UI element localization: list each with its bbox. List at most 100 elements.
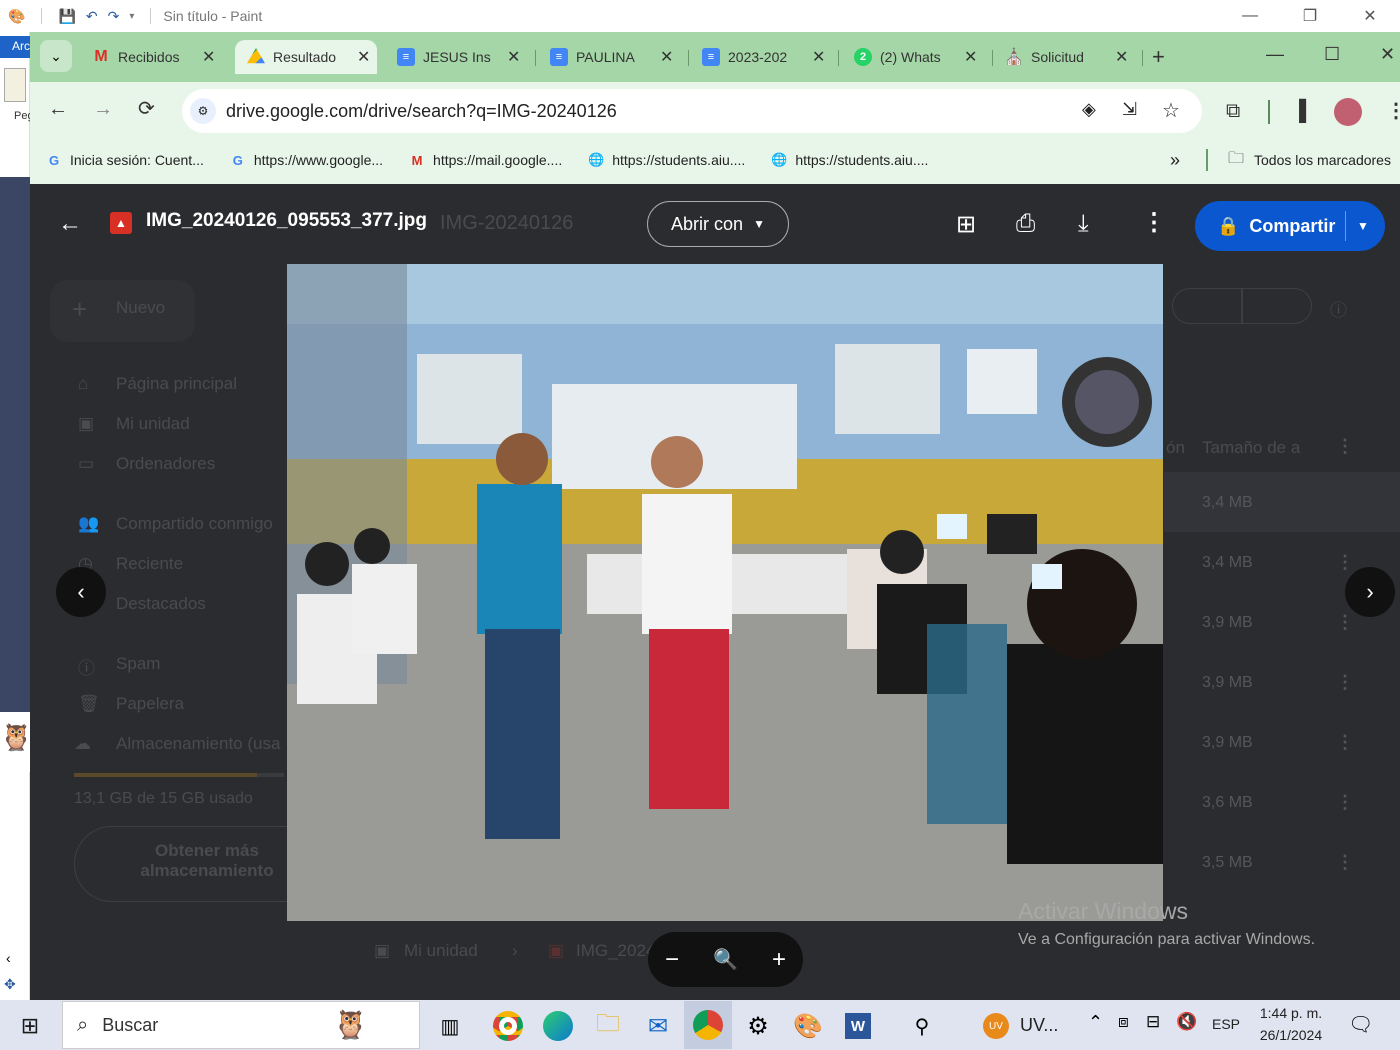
tab-close-icon[interactable]: ✕ xyxy=(812,47,825,67)
edge-icon[interactable] xyxy=(538,1006,578,1046)
paint-taskbar-icon[interactable]: 🎨 xyxy=(788,1006,828,1046)
start-windows-icon[interactable]: ⊞ xyxy=(10,1006,50,1046)
nav-home-icon: ⌂ xyxy=(78,374,89,393)
tab-close-icon[interactable]: ✕ xyxy=(202,47,215,67)
customize-quick-access-icon[interactable]: ▾ xyxy=(129,11,134,22)
tab-close-icon[interactable]: ✕ xyxy=(964,47,977,67)
file-explorer-icon[interactable]: 🗀 xyxy=(588,1006,628,1046)
next-image-button[interactable]: › xyxy=(1345,567,1395,617)
side-panel-icon[interactable]: ▐ xyxy=(1292,100,1306,123)
task-view-icon[interactable]: ▥ xyxy=(430,1006,470,1046)
nav-item: Papelera xyxy=(116,694,185,713)
word-icon[interactable]: W xyxy=(838,1006,878,1046)
dropdown-arrow-icon: ▼ xyxy=(753,217,765,231)
viewer-back-icon[interactable]: ← xyxy=(58,210,82,238)
classroom-photo xyxy=(287,264,1163,921)
move-icon: ✥ xyxy=(4,976,16,992)
tab-search-chevron-icon[interactable]: ⌄ xyxy=(40,40,72,72)
people-search-icon[interactable]: ⚲ xyxy=(902,1006,942,1046)
address-bar[interactable]: ⚙ drive.google.com/drive/search?q=IMG-20… xyxy=(182,89,1202,133)
bookmark-item[interactable]: Ghttps://www.google... xyxy=(230,152,383,168)
info-icon: ⓘ xyxy=(1330,301,1347,320)
chrome-menu-icon[interactable]: ⋮ xyxy=(1386,98,1400,123)
share-dropdown-icon[interactable]: ▼ xyxy=(1357,219,1369,233)
more-actions-icon[interactable]: ⋮ xyxy=(1142,208,1166,237)
paint-file-tab[interactable]: Arc xyxy=(0,36,30,58)
bookmark-item[interactable]: G Inicia sesión: Cuent... xyxy=(46,152,204,168)
extensions-icon[interactable]: ⧉ xyxy=(1226,100,1240,123)
nav-item: Mi unidad xyxy=(116,414,190,433)
redo-icon[interactable]: ↷ xyxy=(108,8,120,25)
back-icon[interactable]: ← xyxy=(48,98,68,121)
install-app-icon[interactable]: ⇲ xyxy=(1122,99,1137,120)
tab-drive[interactable]: Resultado ✕ xyxy=(235,40,377,74)
nav-item: Reciente xyxy=(116,554,184,573)
tab-solicitud[interactable]: ⛪ Solicitud ✕ xyxy=(993,40,1128,74)
zoom-in-icon[interactable]: + xyxy=(772,946,786,974)
meet-now-icon[interactable]: ⧈ xyxy=(1118,1012,1129,1032)
drive-icon xyxy=(247,48,265,64)
chrome-minimize-icon[interactable]: — xyxy=(1266,44,1284,65)
undo-icon[interactable]: ↶ xyxy=(86,8,98,25)
zoom-out-icon[interactable]: − xyxy=(665,946,679,974)
reload-icon[interactable]: ⟳ xyxy=(138,96,155,121)
download-icon[interactable]: ⤓ xyxy=(1078,210,1089,238)
uv-weather-icon[interactable]: UV xyxy=(976,1006,1016,1046)
save-icon[interactable]: 💾 xyxy=(58,8,75,25)
chrome-taskbar-icon[interactable] xyxy=(488,1006,528,1046)
paint-title-bar: 🎨 💾 ↶ ↷ ▾ Sin título - Paint — ❐ ✕ xyxy=(0,0,1400,32)
weather-label[interactable]: UV... xyxy=(1020,1015,1058,1036)
add-comment-icon[interactable]: ⊞ xyxy=(956,210,976,239)
taskbar-search[interactable]: ⌕ Buscar 🦉 xyxy=(62,1001,420,1049)
tab-gmail[interactable]: M Recibidos ✕ xyxy=(80,40,215,74)
close-icon[interactable]: ✕ xyxy=(1340,0,1400,32)
print-icon[interactable]: ⎙ xyxy=(1016,210,1035,238)
show-hidden-icons-chevron[interactable]: ⌃ xyxy=(1088,1012,1103,1033)
notifications-icon[interactable]: 🗨 xyxy=(1348,1012,1373,1037)
profile-avatar[interactable] xyxy=(1334,98,1362,126)
clock-date: 26/1/2024 xyxy=(1259,1027,1323,1043)
photo-preview[interactable] xyxy=(287,264,1163,921)
share-button[interactable]: 🔒 Compartir ▼ xyxy=(1195,201,1385,251)
viewer-filename: IMG_20240126_095553_377.jpg xyxy=(146,210,427,231)
minimize-icon[interactable]: — xyxy=(1220,0,1280,32)
tab-close-icon[interactable]: ✕ xyxy=(660,47,673,67)
scroll-left-icon[interactable]: ‹ xyxy=(6,950,11,966)
zoom-reset-icon[interactable]: 🔍 xyxy=(713,947,738,972)
breadcrumb-drive-icon: ▣ xyxy=(374,941,391,960)
file-size: 3,4 MB xyxy=(1202,494,1253,511)
bookmark-star-icon[interactable]: ☆ xyxy=(1162,98,1180,123)
more-bookmarks-icon[interactable]: » xyxy=(1170,150,1180,171)
paint-canvas-fragment[interactable] xyxy=(0,177,30,732)
previous-image-button[interactable]: ‹ xyxy=(56,567,106,617)
clock[interactable]: 1:44 p. m. 26/1/2024 xyxy=(1256,1005,1326,1043)
bookmark-item[interactable]: 🌐 https://students.aiu.... xyxy=(771,152,928,168)
network-icon[interactable]: ⊟ xyxy=(1146,1012,1160,1032)
mail-icon[interactable]: ✉ xyxy=(638,1006,678,1046)
new-tab-button[interactable]: + xyxy=(1152,44,1165,70)
settings-gear-icon[interactable]: ⚙ xyxy=(738,1006,778,1046)
all-bookmarks-label: Todos los marcadores xyxy=(1254,152,1391,168)
tab-close-icon[interactable]: ✕ xyxy=(357,47,370,67)
paste-icon[interactable] xyxy=(4,68,26,102)
restore-icon[interactable]: ❐ xyxy=(1280,0,1340,32)
bookmark-item[interactable]: Mhttps://mail.google.... xyxy=(409,152,563,168)
site-info-icon[interactable]: ⚙ xyxy=(190,98,216,124)
tab-docs-jesus[interactable]: ≡ JESUS Ins ✕ xyxy=(385,40,520,74)
volume-muted-icon[interactable]: 🔇 xyxy=(1176,1012,1197,1032)
tab-docs-2023[interactable]: ≡ 2023-202 ✕ xyxy=(690,40,825,74)
all-bookmarks-folder[interactable]: 🗀 Todos los marcadores xyxy=(1228,147,1391,174)
forward-icon[interactable]: → xyxy=(93,98,113,121)
url-text[interactable]: drive.google.com/drive/search?q=IMG-2024… xyxy=(226,101,617,122)
tab-docs-paulina[interactable]: ≡ PAULINA ✕ xyxy=(538,40,673,74)
tab-close-icon[interactable]: ✕ xyxy=(507,47,520,67)
chrome-active-taskbar-icon[interactable] xyxy=(684,1001,732,1049)
tab-whatsapp[interactable]: 2 (2) Whats ✕ xyxy=(842,40,977,74)
tab-close-icon[interactable]: ✕ xyxy=(1115,47,1128,67)
language-indicator[interactable]: ESP xyxy=(1212,1016,1240,1032)
chrome-maximize-icon[interactable]: ☐ xyxy=(1324,44,1340,65)
bookmark-item[interactable]: 🌐 https://students.aiu.... xyxy=(588,152,745,168)
google-lens-icon[interactable]: ◈ xyxy=(1082,99,1096,120)
open-with-button[interactable]: Abrir con ▼ xyxy=(647,201,789,247)
chrome-close-icon[interactable]: ✕ xyxy=(1380,44,1395,65)
